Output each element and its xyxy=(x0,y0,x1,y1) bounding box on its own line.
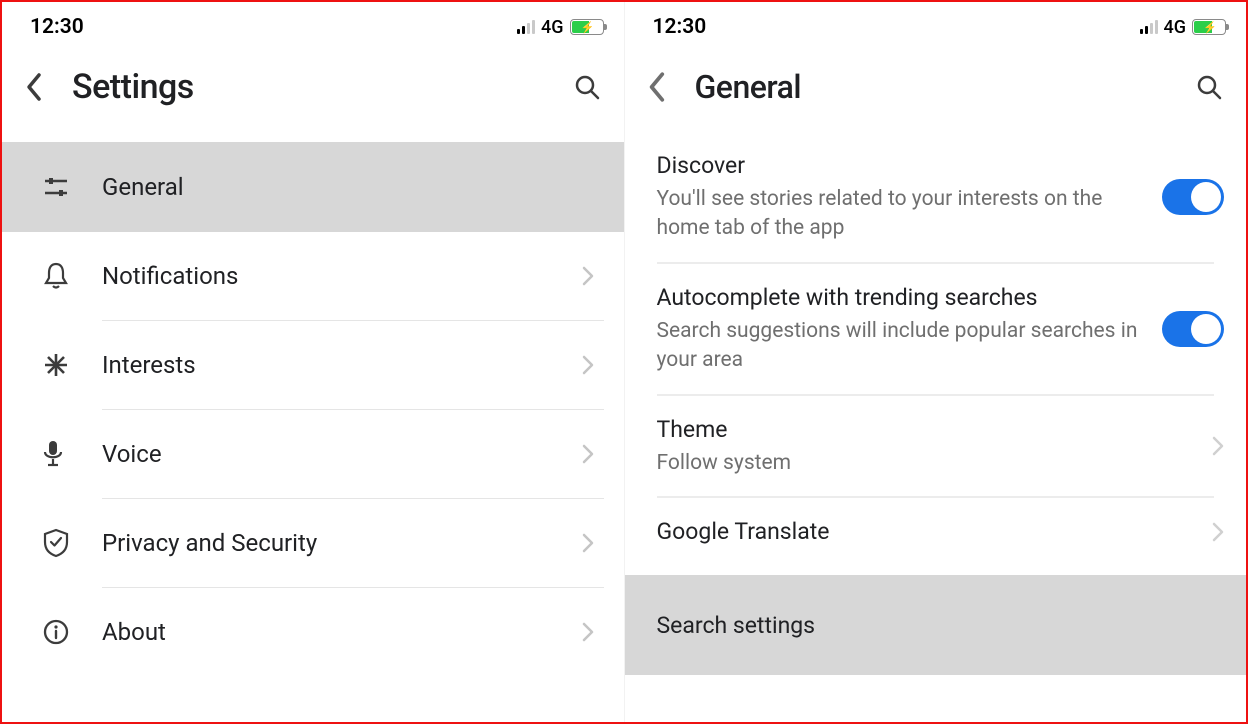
status-bar: 12:30 4G ⚡ xyxy=(625,2,1247,52)
chevron-right-icon xyxy=(582,533,594,553)
item-title: Discover xyxy=(657,150,1145,181)
settings-row-label: About xyxy=(102,618,582,646)
back-button[interactable] xyxy=(635,64,681,110)
item-subtitle: You'll see stories related to your inter… xyxy=(657,185,1145,244)
page-title: Settings xyxy=(72,67,564,107)
back-button[interactable] xyxy=(12,64,58,110)
settings-row-label: Notifications xyxy=(102,262,582,290)
battery-icon: ⚡ xyxy=(570,19,604,35)
sliders-icon xyxy=(42,173,70,201)
signal-icon xyxy=(517,20,535,34)
search-icon xyxy=(1195,73,1223,101)
chevron-right-icon xyxy=(1212,522,1224,542)
chevron-left-icon xyxy=(25,72,45,102)
item-subtitle: Search suggestions will include popular … xyxy=(657,317,1145,376)
discover-toggle[interactable] xyxy=(1162,179,1224,215)
chevron-left-icon xyxy=(647,71,669,103)
settings-row-label: General xyxy=(102,173,594,201)
chevron-right-icon xyxy=(582,355,594,375)
general-item-autocomplete[interactable]: Autocomplete with trending searches Sear… xyxy=(625,264,1247,394)
settings-row-notifications[interactable]: Notifications xyxy=(2,232,624,320)
item-title: Autocomplete with trending searches xyxy=(657,282,1145,313)
autocomplete-toggle[interactable] xyxy=(1162,311,1224,347)
search-button[interactable] xyxy=(564,64,610,110)
signal-icon xyxy=(1140,20,1158,34)
general-item-discover[interactable]: Discover You'll see stories related to y… xyxy=(625,132,1247,262)
item-title: Theme xyxy=(657,414,1195,445)
chevron-right-icon xyxy=(1212,436,1224,456)
general-item-theme[interactable]: Theme Follow system xyxy=(625,396,1247,496)
item-title: Google Translate xyxy=(657,516,1195,547)
shield-check-icon xyxy=(42,528,70,558)
chevron-right-icon xyxy=(582,622,594,642)
chevron-right-icon xyxy=(582,444,594,464)
settings-row-voice[interactable]: Voice xyxy=(2,410,624,498)
asterisk-icon xyxy=(42,351,70,379)
settings-row-interests[interactable]: Interests xyxy=(2,321,624,409)
status-time: 12:30 xyxy=(653,15,707,39)
settings-row-general[interactable]: General xyxy=(2,142,624,232)
search-icon xyxy=(573,73,601,101)
settings-row-privacy[interactable]: Privacy and Security xyxy=(2,499,624,587)
settings-row-label: Privacy and Security xyxy=(102,529,582,557)
general-screen: 12:30 4G ⚡ General Di xyxy=(624,2,1247,722)
settings-screen: 12:30 4G ⚡ Settings xyxy=(2,2,624,722)
bell-icon xyxy=(42,261,70,291)
settings-row-label: Voice xyxy=(102,440,582,468)
mic-icon xyxy=(42,439,64,469)
item-title: Search settings xyxy=(657,610,1207,641)
settings-row-about[interactable]: About xyxy=(2,588,624,676)
battery-icon: ⚡ xyxy=(1192,19,1226,35)
item-subtitle: Follow system xyxy=(657,449,1195,478)
general-item-search-settings[interactable]: Search settings xyxy=(625,575,1247,675)
info-icon xyxy=(42,618,70,646)
chevron-right-icon xyxy=(582,266,594,286)
search-button[interactable] xyxy=(1186,64,1232,110)
network-label: 4G xyxy=(1164,17,1187,38)
status-bar: 12:30 4G ⚡ xyxy=(2,2,624,52)
settings-row-label: Interests xyxy=(102,351,582,379)
status-time: 12:30 xyxy=(30,15,84,39)
page-title: General xyxy=(695,68,1187,106)
general-item-translate[interactable]: Google Translate xyxy=(625,498,1247,565)
network-label: 4G xyxy=(541,17,564,38)
